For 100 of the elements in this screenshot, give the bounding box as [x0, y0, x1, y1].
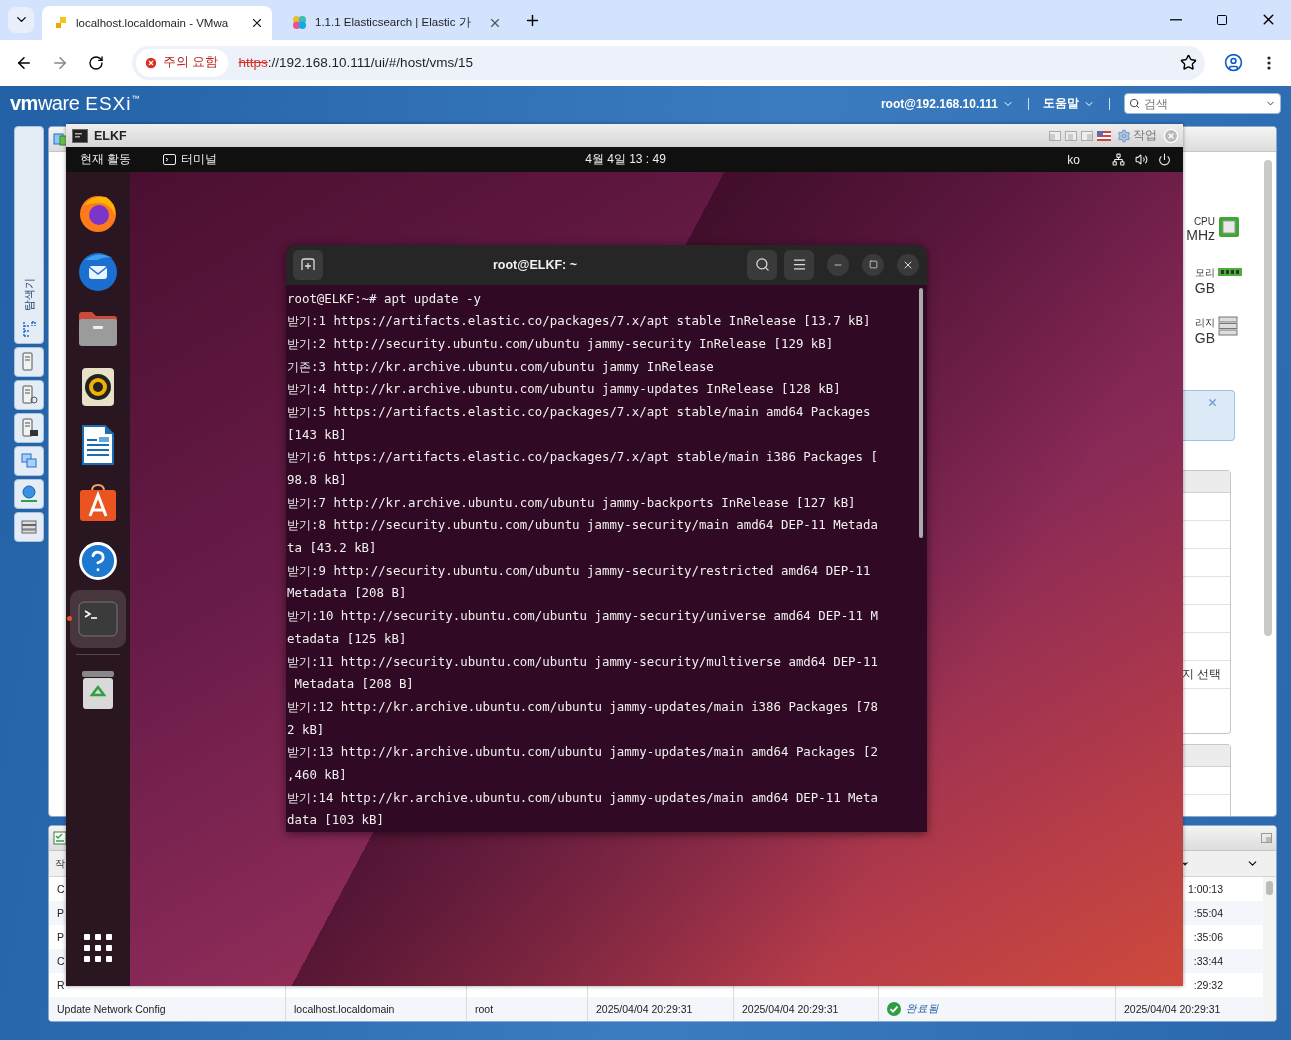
browser-tab[interactable]: 1.1.1 Elasticsearch | Elastic 가 — [280, 5, 510, 40]
server-chart-icon — [20, 418, 38, 438]
keyboard-layout-icon[interactable] — [1097, 130, 1111, 141]
terminal-line: 받기:11 http://security.ubuntu.com/ubuntu jammy-security/multiverse amd64 DEP-11 — [287, 652, 879, 671]
chip-icon — [1218, 216, 1240, 238]
terminal-line: 2 kB] — [287, 720, 326, 739]
resource-label: 리지 — [1195, 316, 1215, 330]
table-cell: P — [57, 907, 64, 919]
folder-icon — [78, 311, 118, 347]
table-cell: :33:44 — [1193, 955, 1223, 967]
table-cell: C — [57, 955, 65, 967]
terminal-title: root@ELKF: ~ — [491, 257, 579, 272]
table-cell: C — [57, 883, 65, 895]
table-cell: :55:04 — [1193, 907, 1223, 919]
vmware-esxi-logo: vmware ESXi™ — [10, 92, 139, 115]
table-cell: :35:06 — [1193, 931, 1223, 943]
terminal-line: ,460 kB] — [287, 765, 348, 784]
stacked-windows-icon — [21, 453, 37, 469]
gear-icon — [1117, 128, 1131, 143]
menu-icon — [791, 257, 807, 273]
app-grid-icon — [84, 934, 112, 962]
maximize-icon — [1216, 13, 1228, 26]
terminal-line: Metadata [208 B] — [293, 675, 415, 694]
scrollbar-thumb[interactable] — [1266, 881, 1273, 895]
trash-icon — [81, 670, 115, 710]
terminal-line: data [103 kB] — [287, 811, 385, 830]
terminal-line: etadata [125 kB] — [287, 629, 408, 648]
help-menu[interactable]: 도움말 — [1043, 95, 1095, 112]
close-icon — [1163, 127, 1179, 144]
console-title: ELKF — [94, 128, 127, 143]
document-icon — [81, 425, 115, 465]
help-icon — [77, 540, 119, 582]
table-cell: localhost.localdomain — [294, 1003, 395, 1015]
disk-stack-icon — [1218, 316, 1238, 336]
resource-value: GB — [1194, 330, 1215, 346]
fox-globe-icon — [78, 193, 118, 233]
network-button[interactable] — [14, 479, 44, 509]
input-language-button[interactable]: ko — [1067, 152, 1080, 167]
table-cell: root — [475, 1003, 494, 1015]
terminal-line: 받기:12 http://kr.archive.ubuntu.com/ubuntu jammy-updates/main i386 Packages [78 — [287, 697, 879, 716]
monitor-icon — [72, 128, 88, 143]
clock[interactable]: 4월 4일 13 : 49 — [585, 151, 666, 168]
search-icon — [1129, 98, 1140, 109]
column-header[interactable]: 작 — [55, 856, 65, 871]
disk-stack-icon — [21, 520, 37, 534]
table-cell: 1:00:13 — [1187, 883, 1223, 895]
terminal-icon — [163, 154, 177, 165]
table-cell: 2025/04/04 20:29:31 — [1124, 1003, 1221, 1015]
terminal-line: Metadata [208 B] — [287, 584, 408, 603]
profile-icon — [1223, 53, 1243, 73]
speaker-icon — [81, 367, 115, 407]
favicon-icon — [54, 15, 68, 30]
terminal-icon — [78, 601, 118, 637]
menu-button[interactable] — [784, 249, 814, 280]
monitor-button[interactable] — [14, 413, 44, 443]
terminal-line: 받기:9 http://security.ubuntu.com/ubuntu jammy-security/restricted amd64 DEP-11 — [287, 561, 872, 580]
terminal-line: 받기:10 http://security.ubuntu.com/ubuntu jammy-security/universe amd64 DEP-11 M — [287, 607, 879, 626]
favicon-icon — [292, 15, 307, 31]
volume-icon[interactable] — [1135, 153, 1148, 166]
table-cell: Update Network Config — [57, 1003, 166, 1015]
close-button[interactable] — [897, 253, 919, 276]
table-cell: 2025/04/04 20:29:31 — [742, 1003, 839, 1015]
network-icon[interactable] — [1112, 153, 1125, 166]
tab-list-button[interactable] — [8, 6, 34, 33]
actions-button[interactable]: 작업 — [1115, 127, 1159, 144]
storage-button[interactable] — [14, 512, 44, 542]
bookmark-star-icon[interactable] — [1180, 54, 1197, 72]
search-icon — [754, 257, 770, 273]
minimize-button[interactable] — [827, 253, 849, 276]
address-field[interactable]: https://192.168.10.111/ui/#/host/vms/15 — [238, 55, 1170, 71]
browser-tab[interactable]: localhost.localdomain - VMwa — [42, 5, 272, 40]
memory-module-icon — [1218, 266, 1242, 278]
search-button[interactable] — [747, 249, 777, 280]
navigator-toggle[interactable]: 탐색기 — [14, 126, 44, 344]
app-menu[interactable]: 터미널 — [163, 151, 218, 168]
menu-icon — [1267, 55, 1271, 70]
manage-button[interactable] — [14, 380, 44, 410]
tree-icon — [22, 321, 36, 337]
table-cell: :29:32 — [1193, 979, 1223, 991]
table-cell: 2025/04/04 20:29:31 — [596, 1003, 693, 1015]
power-icon[interactable] — [1158, 153, 1171, 166]
terminal-line: 받기:7 http://kr.archive.ubuntu.com/ubuntu jammy-backports InRelease [127 kB] — [287, 493, 857, 512]
resource-label: 모리 — [1195, 266, 1215, 280]
user-menu[interactable]: root@192.168.10.111 — [880, 96, 1014, 111]
activities-button[interactable]: 현재 활동 — [80, 151, 132, 168]
terminal-line: 받기:13 http://kr.archive.ubuntu.com/ubuntu jammy-updates/main amd64 Packages [2 — [287, 743, 879, 762]
new-tab-button[interactable] — [293, 249, 323, 280]
maximize-button[interactable] — [862, 253, 884, 276]
terminal-line: 받기:6 https://artifacts.elastic.co/packages/7.x/apt stable/main i386 Packages [ — [287, 448, 879, 467]
resource-label: CPU — [1193, 216, 1215, 227]
terminal-line: 받기:14 http://kr.archive.ubuntu.com/ubuntu jammy-updates/main amd64 DEP-11 Meta — [287, 788, 879, 807]
terminal-line: root@ELKF:~# apt update -y — [287, 289, 482, 308]
terminal-line: [143 kB] — [287, 425, 348, 444]
terminal-line: 받기:4 http://kr.archive.ubuntu.com/ubuntu jammy-updates InRelease [128 kB] — [287, 380, 842, 399]
search-field[interactable]: 검색 — [1124, 93, 1281, 114]
maximize-icon — [868, 260, 878, 270]
globe-icon — [20, 485, 38, 503]
terminal-line: 받기:1 https://artifacts.elastic.co/packages/7.x/apt stable InRelease [13.7 kB] — [287, 312, 872, 331]
security-warning-chip[interactable]: 주의 요함 — [136, 48, 229, 77]
terminal-line: 기존:3 http://kr.archive.ubuntu.com/ubuntu jammy InRelease — [287, 357, 715, 376]
